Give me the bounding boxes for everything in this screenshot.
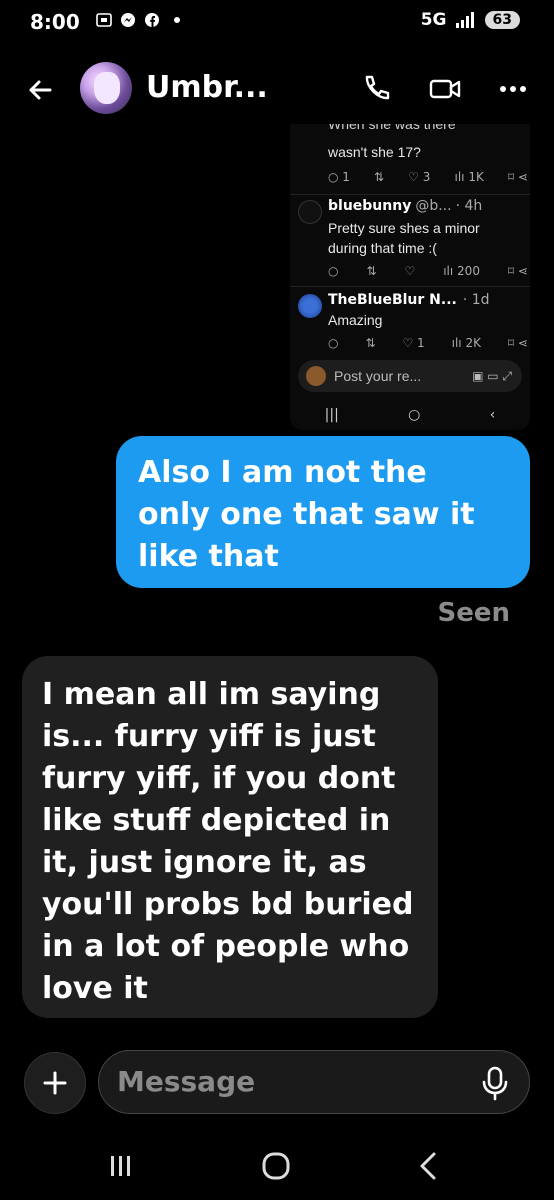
system-navigation-bar (0, 1136, 554, 1196)
network-label: 5G (420, 10, 447, 30)
post-reply-placeholder: Post your re... (334, 368, 422, 384)
seen-receipt: Seen (437, 598, 510, 628)
clipped-tweet-text: When she was there (328, 124, 456, 132)
back-icon: ‹ (489, 407, 496, 423)
message-text: I mean all im saying is... furry yiff is… (42, 677, 414, 1006)
status-bar: 8:00 5G 63 (0, 0, 554, 46)
shared-screenshot-image[interactable]: When she was there wasn't she 17? ○ 1 ⇅ … (290, 124, 530, 430)
contact-name[interactable]: Umbr... (146, 70, 268, 105)
view-count: ılı 2K (451, 336, 481, 350)
bookmark-share-icons: ⌑ ⋖ (507, 170, 528, 184)
reply-username: TheBlueBlur N... (328, 292, 457, 308)
recents-icon[interactable] (100, 1150, 140, 1182)
embedded-nav-bar: ||| ○ ‹ (290, 400, 530, 430)
facebook-icon (145, 13, 159, 27)
reply-stats: ○ ⇅ ♡ ılı 200 ⌑ ⋖ (328, 264, 528, 278)
back-icon[interactable] (410, 1150, 450, 1182)
like-count: ♡ 3 (408, 170, 431, 184)
message-input[interactable]: Message (98, 1050, 530, 1114)
phone-icon[interactable] (358, 72, 392, 106)
incoming-message-bubble[interactable]: I mean all im saying is... furry yiff is… (22, 656, 438, 1018)
plus-icon (43, 1071, 67, 1095)
reply-count: ○ 1 (328, 170, 350, 184)
reply-username: bluebunny (328, 198, 412, 214)
recents-icon: ||| (324, 407, 339, 423)
view-count: ılı 1K (454, 170, 484, 184)
video-icon[interactable] (428, 72, 462, 106)
message-placeholder: Message (117, 1065, 256, 1098)
reply-text: Pretty sure shes a minor during that tim… (328, 220, 480, 256)
message-text: Also I am not the only one that saw it l… (138, 455, 475, 574)
avatar (306, 366, 326, 386)
reply-handle: @b... (415, 198, 452, 214)
status-right: 5G 63 (421, 10, 520, 30)
reply-time: · 4h (455, 198, 483, 214)
battery-indicator: 63 (484, 11, 520, 29)
home-icon[interactable] (256, 1150, 296, 1182)
messenger-icon (121, 13, 135, 27)
more-notifications-dot (174, 17, 180, 23)
reply-avatar (298, 294, 322, 318)
tweet-text: wasn't she 17? (328, 144, 421, 160)
reply-avatar (298, 200, 322, 224)
signal-icon (455, 12, 474, 28)
avatar[interactable] (80, 62, 132, 114)
media-icons: ▣ ▭ ⤢ (472, 368, 512, 383)
reply-stats: ○ ⇅ ♡ 1 ılı 2K ⌑ ⋖ (328, 336, 528, 350)
reply-text: Amazing (328, 312, 383, 328)
back-arrow-icon[interactable] (24, 74, 56, 106)
notification-icons (96, 12, 180, 28)
post-reply-field: Post your re... ▣ ▭ ⤢ (298, 360, 522, 392)
more-icon[interactable] (496, 72, 530, 106)
retweet-icon: ⇅ (374, 170, 385, 184)
home-icon: ○ (408, 407, 421, 423)
reply-time: · 1d (462, 292, 490, 308)
conversation-header: Umbr... (0, 56, 554, 126)
tweet-stats: ○ 1 ⇅ ♡ 3 ılı 1K ⌑ ⋖ (328, 170, 528, 184)
outgoing-message-bubble[interactable]: Also I am not the only one that saw it l… (116, 436, 530, 588)
like-count: ♡ 1 (402, 336, 425, 350)
microphone-icon[interactable] (479, 1065, 511, 1101)
screenshot-notification-icon (96, 13, 112, 27)
add-attachment-button[interactable] (24, 1052, 86, 1114)
status-time: 8:00 (30, 10, 80, 34)
view-count: ılı 200 (443, 264, 480, 278)
